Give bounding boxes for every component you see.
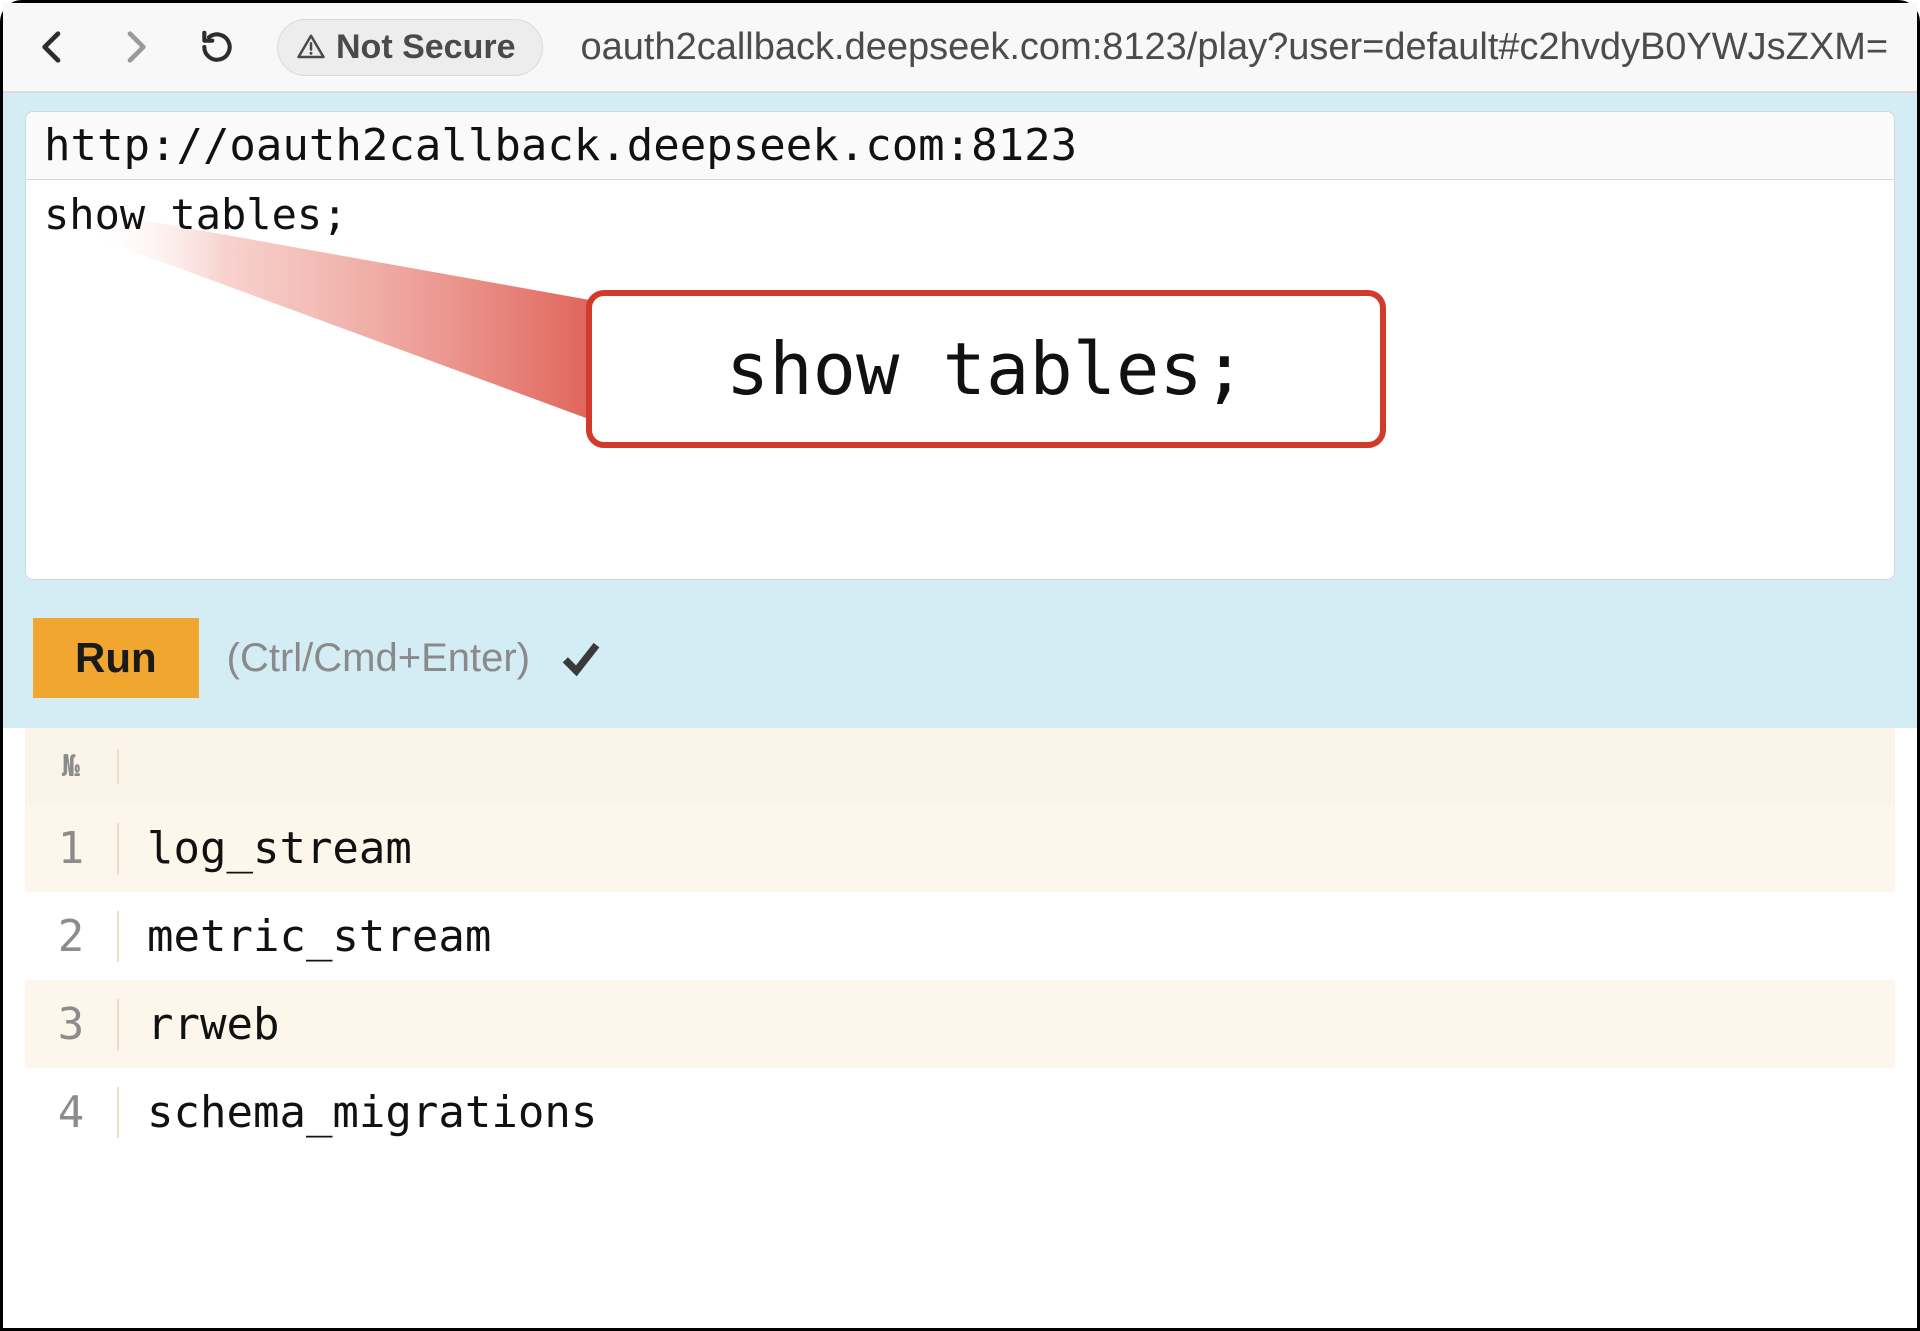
back-button[interactable] bbox=[31, 25, 75, 69]
query-text: show tables; bbox=[44, 190, 347, 239]
callout-wedge-icon bbox=[86, 210, 1346, 510]
server-url-input[interactable]: http://oauth2callback.deepseek.com:8123 bbox=[25, 111, 1895, 180]
table-row[interactable]: 3 rrweb bbox=[25, 980, 1895, 1068]
row-number: 2 bbox=[25, 911, 119, 962]
warning-icon bbox=[296, 32, 326, 62]
cell-value: rrweb bbox=[119, 999, 1895, 1050]
row-number: 4 bbox=[25, 1087, 119, 1138]
table-row[interactable]: 2 metric_stream bbox=[25, 892, 1895, 980]
table-row[interactable]: 4 schema_migrations bbox=[25, 1068, 1895, 1156]
run-toolbar: Run (Ctrl/Cmd+Enter) bbox=[25, 580, 1895, 728]
security-status[interactable]: Not Secure bbox=[277, 19, 543, 76]
browser-toolbar: Not Secure oauth2callback.deepseek.com:8… bbox=[3, 3, 1917, 93]
reload-button[interactable] bbox=[195, 25, 239, 69]
results-header-row: № bbox=[25, 728, 1895, 804]
query-editor[interactable]: show tables; show tables; bbox=[25, 180, 1895, 580]
forward-button[interactable] bbox=[113, 25, 157, 69]
cell-value: log_stream bbox=[119, 823, 1895, 874]
cell-value: schema_migrations bbox=[119, 1087, 1895, 1138]
security-label: Not Secure bbox=[336, 28, 516, 67]
check-icon bbox=[558, 636, 602, 680]
app-area: http://oauth2callback.deepseek.com:8123 … bbox=[3, 93, 1917, 728]
query-callout: show tables; bbox=[586, 290, 1386, 448]
results-table: № 1 log_stream 2 metric_stream 3 rrweb 4… bbox=[25, 728, 1895, 1156]
row-number-header[interactable]: № bbox=[25, 749, 119, 784]
row-number: 1 bbox=[25, 823, 119, 874]
row-number: 3 bbox=[25, 999, 119, 1050]
address-bar[interactable]: oauth2callback.deepseek.com:8123/play?us… bbox=[581, 26, 1889, 69]
run-button[interactable]: Run bbox=[33, 618, 199, 698]
cell-value: metric_stream bbox=[119, 911, 1895, 962]
run-shortcut-hint: (Ctrl/Cmd+Enter) bbox=[227, 636, 530, 681]
table-row[interactable]: 1 log_stream bbox=[25, 804, 1895, 892]
